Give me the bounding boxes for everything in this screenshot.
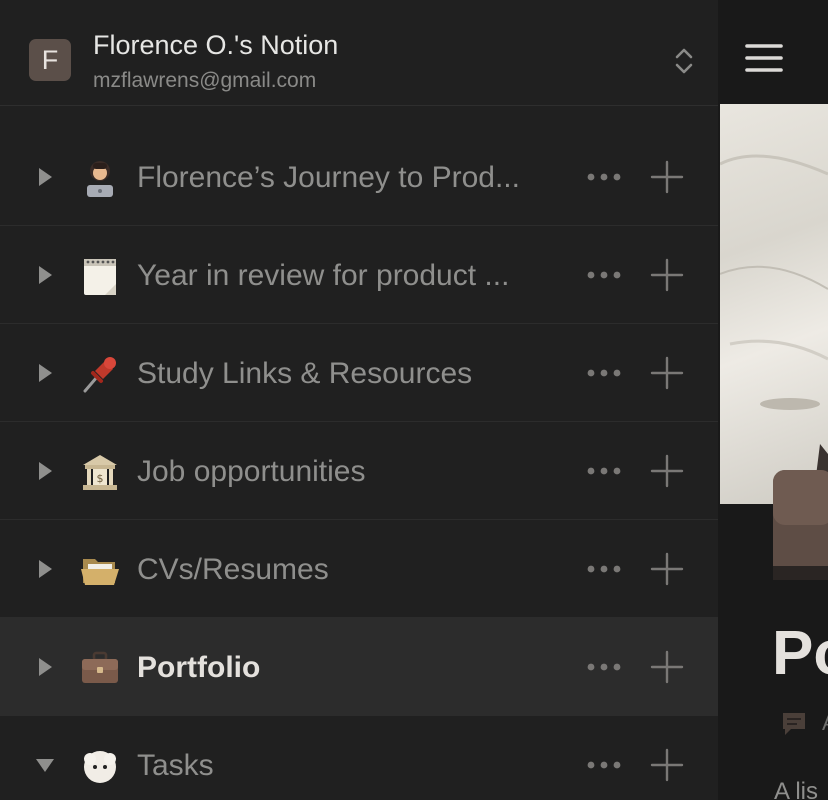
triangle-right-icon[interactable]: [34, 362, 56, 384]
more-icon[interactable]: [584, 362, 624, 384]
workspace-name: Florence O.'s Notion: [93, 30, 339, 60]
plus-icon[interactable]: [650, 552, 684, 586]
more-icon[interactable]: [584, 754, 624, 776]
page-title: Po: [772, 619, 828, 688]
plus-icon[interactable]: [650, 258, 684, 292]
page-property-text: A: [822, 710, 828, 736]
sidebar-item-label: Portfolio: [137, 651, 261, 684]
sidebar-item-cvs-resumes[interactable]: CVs/Resumes: [0, 520, 718, 618]
sidebar-item-label: CVs/Resumes: [137, 553, 329, 586]
sidebar-item-portfolio[interactable]: Portfolio: [0, 618, 718, 716]
sidebar-item-label: Tasks: [137, 749, 214, 782]
page-cover-image: [720, 104, 828, 504]
open-folder-icon: [79, 549, 121, 591]
page-content: Po A A lis: [718, 0, 828, 800]
comment-icon[interactable]: [780, 710, 808, 738]
triangle-right-icon[interactable]: [34, 166, 56, 188]
svg-text:$: $: [97, 472, 104, 485]
spiral-notepad-icon: [79, 255, 121, 297]
hamburger-menu-icon[interactable]: [745, 42, 783, 74]
plus-icon[interactable]: [650, 650, 684, 684]
more-icon[interactable]: [584, 166, 624, 188]
sidebar-item-label: Florence’s Journey to Prod...: [137, 161, 520, 194]
more-icon[interactable]: [584, 264, 624, 286]
pushpin-icon: [79, 353, 121, 395]
workspace-avatar: F: [29, 39, 71, 81]
notion-app: F Florence O.'s Notion mzflawrens@gmail.…: [0, 0, 828, 800]
triangle-right-icon[interactable]: [34, 264, 56, 286]
sidebar-item-label: Year in review for product ...: [137, 259, 510, 292]
woman-technologist-icon: [79, 157, 121, 199]
page-list: Florence’s Journey to Prod... Year in re…: [0, 128, 718, 800]
triangle-right-icon[interactable]: [34, 558, 56, 580]
sidebar-item-study-links[interactable]: Study Links & Resources: [0, 324, 718, 422]
briefcase-icon: [773, 470, 828, 580]
sidebar-item-label: Job opportunities: [137, 455, 366, 488]
chevron-up-down-icon[interactable]: [670, 44, 698, 78]
plus-icon[interactable]: [650, 748, 684, 782]
sidebar-item-job-opportunities[interactable]: $ Job opportunities: [0, 422, 718, 520]
fluffy-creature-icon: [79, 745, 121, 787]
more-icon[interactable]: [584, 460, 624, 482]
more-icon[interactable]: [584, 558, 624, 580]
bank-icon: $: [79, 451, 121, 493]
plus-icon[interactable]: [650, 454, 684, 488]
workspace-switcher[interactable]: F Florence O.'s Notion mzflawrens@gmail.…: [0, 0, 718, 106]
sidebar-item-label: Study Links & Resources: [137, 357, 473, 390]
briefcase-icon: [79, 647, 121, 689]
triangle-down-icon[interactable]: [34, 754, 56, 776]
page-description: A lis: [774, 778, 819, 800]
more-icon[interactable]: [584, 656, 624, 678]
plus-icon[interactable]: [650, 160, 684, 194]
sidebar: F Florence O.'s Notion mzflawrens@gmail.…: [0, 0, 718, 800]
plus-icon[interactable]: [650, 356, 684, 390]
sidebar-item-florences-journey[interactable]: Florence’s Journey to Prod...: [0, 128, 718, 226]
workspace-email: mzflawrens@gmail.com: [93, 69, 317, 92]
triangle-right-icon[interactable]: [34, 656, 56, 678]
sidebar-item-tasks[interactable]: Tasks: [0, 716, 718, 800]
sidebar-item-year-in-review[interactable]: Year in review for product ...: [0, 226, 718, 324]
triangle-right-icon[interactable]: [34, 460, 56, 482]
